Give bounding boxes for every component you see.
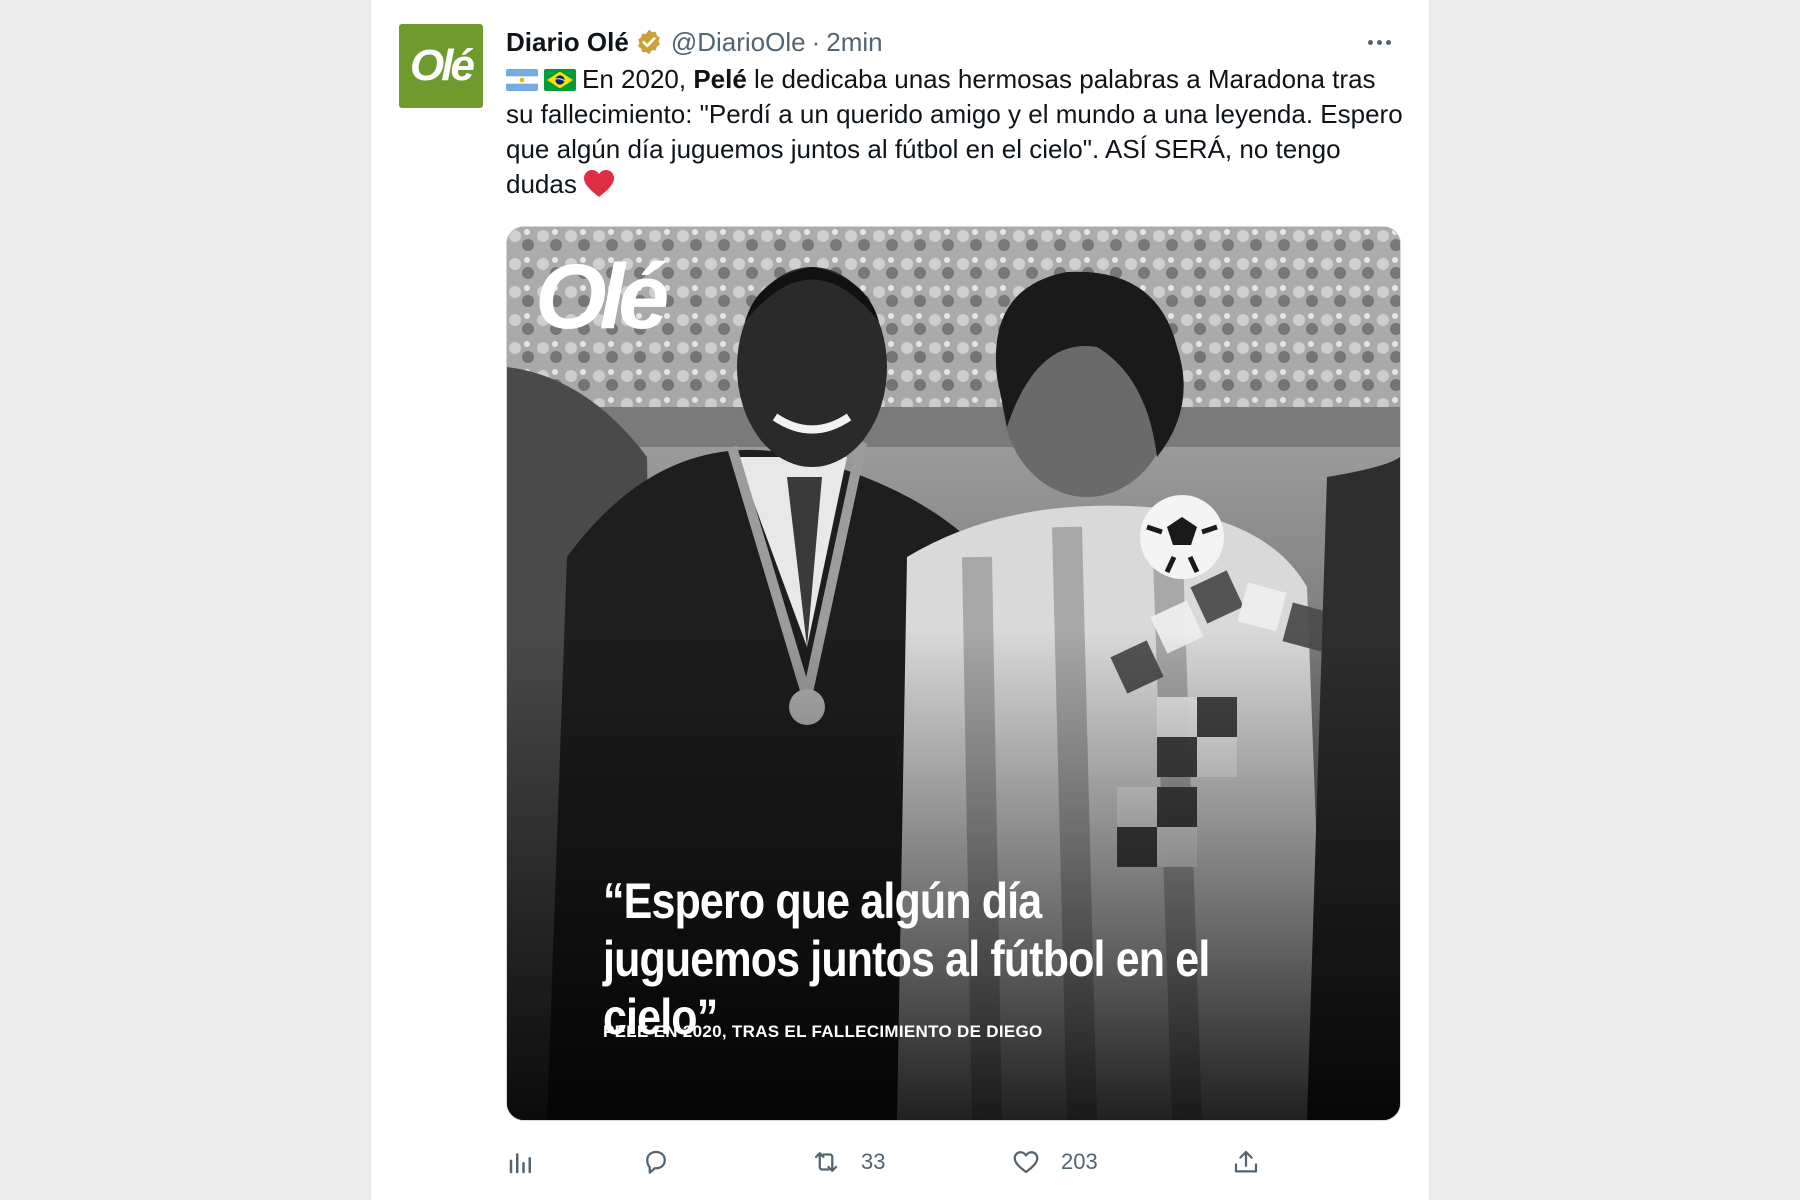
heart-icon	[1013, 1151, 1039, 1174]
red-heart-icon	[583, 169, 615, 199]
like-button[interactable]: 203	[1011, 1142, 1098, 1182]
reply-button[interactable]	[641, 1142, 671, 1182]
more-options-button[interactable]	[1359, 26, 1399, 58]
tweet-actions: 33 203	[506, 1142, 1266, 1182]
verified-badge-icon	[635, 28, 663, 56]
brazil-flag-icon	[544, 69, 576, 91]
media-quote: “Espero que algún día juguemos juntos al…	[603, 873, 1210, 1045]
handle[interactable]: @DiarioOle	[671, 27, 806, 58]
share-button[interactable]	[1231, 1142, 1261, 1182]
separator: ·	[811, 26, 821, 57]
avatar[interactable]: Olé	[399, 24, 483, 108]
tweet-header: Diario Olé @DiarioOle · 2min	[506, 22, 1399, 62]
timestamp[interactable]: 2min	[826, 27, 882, 58]
avatar-logo: Olé	[410, 41, 475, 90]
retweet-icon	[814, 1152, 838, 1172]
media-caption: PELÉ EN 2020, TRAS EL FALLECIMIENTO DE D…	[603, 1022, 1043, 1041]
tweet-text-prefix: En 2020,	[582, 64, 694, 94]
retweet-count: 33	[861, 1149, 886, 1174]
tweet-media-image[interactable]: Olé “Espero que algún día juguemos junto…	[506, 226, 1401, 1121]
more-icon	[1367, 39, 1373, 45]
display-name[interactable]: Diario Olé	[506, 27, 629, 58]
share-icon	[1234, 1150, 1258, 1173]
ole-logo: Olé	[535, 246, 669, 348]
views-button[interactable]	[506, 1142, 536, 1182]
tweet-text: En 2020, Pelé le dedicaba unas hermosas …	[506, 62, 1406, 202]
tweet-text-bold: Pelé	[693, 64, 747, 94]
argentina-flag-icon	[506, 69, 538, 91]
like-count: 203	[1061, 1149, 1098, 1174]
tweet-card: Olé Diario Olé @DiarioOle · 2min En 2020…	[370, 0, 1430, 1200]
retweet-button[interactable]: 33	[811, 1142, 885, 1182]
reply-icon	[646, 1150, 666, 1174]
bar-chart-icon	[509, 1153, 531, 1174]
